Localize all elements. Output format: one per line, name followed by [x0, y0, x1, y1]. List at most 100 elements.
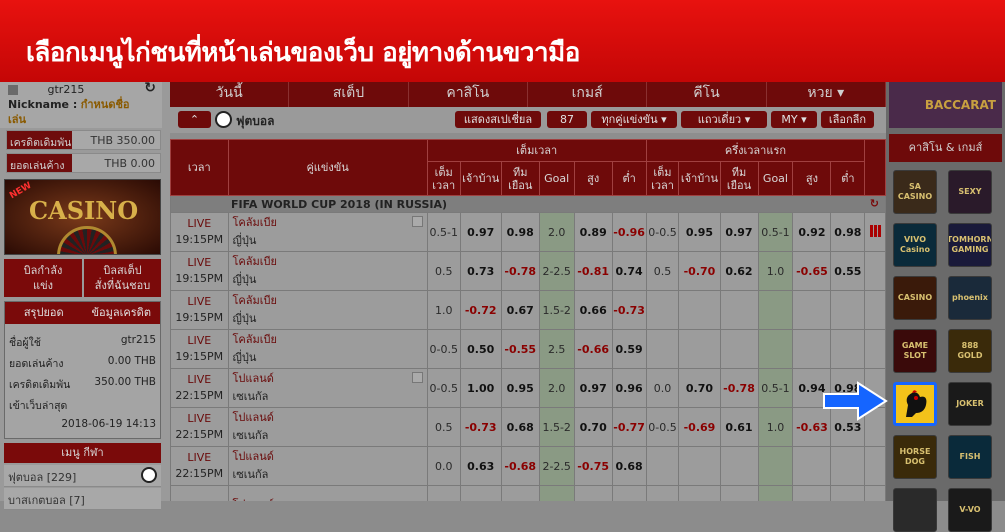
favorite-star-icon[interactable]: [411, 216, 423, 227]
odds-cell[interactable]: 0.89: [573, 212, 613, 252]
odds-cell[interactable]: 0.97: [573, 368, 613, 408]
table-row: LIVE 19:15PM โคลัมเบีย ญี่ปุ่น 0.5 0.73 -0.78 2…: [170, 251, 886, 291]
odds-cell[interactable]: -0.77: [611, 407, 647, 447]
odds-cell[interactable]: -0.73: [611, 290, 647, 330]
refresh-icon[interactable]: ↻: [144, 80, 156, 96]
odds-cell[interactable]: -0.66: [573, 329, 613, 369]
odds-cell[interactable]: -0.68: [500, 446, 540, 486]
odds-cell[interactable]: 0.97: [719, 212, 759, 252]
odds-cell[interactable]: 0.70: [678, 368, 721, 408]
nickname-link[interactable]: กำหนดชื่อ: [81, 98, 130, 111]
casino-game-tile[interactable]: VIVO Casino: [893, 223, 937, 267]
top-navigation: วันนี้ สเต็ป คาสิโน เกมส์ คีโน หวย ▾: [170, 82, 886, 107]
collapse-button[interactable]: ⌃: [178, 111, 211, 128]
handicap-cell: 0.5: [645, 251, 680, 291]
odds-cell[interactable]: -0.75: [573, 446, 613, 486]
stats-cell[interactable]: [864, 485, 886, 501]
casino-game-tile[interactable]: GAME SLOT: [893, 329, 937, 373]
sidebar-item-football[interactable]: ฟุตบอล [229]: [4, 465, 161, 487]
casino-game-tile[interactable]: FISH: [948, 435, 992, 479]
odds-cell[interactable]: 0.62: [719, 251, 759, 291]
stats-cell[interactable]: [864, 290, 886, 330]
tab-lottery[interactable]: หวย ▾: [767, 82, 886, 107]
casino-game-tile[interactable]: V-VO: [948, 488, 992, 532]
stats-cell[interactable]: [864, 251, 886, 291]
tab-summary[interactable]: สรุปยอด: [5, 302, 83, 324]
odds-cell[interactable]: 0.95: [678, 212, 721, 252]
odds-cell[interactable]: 0.74: [611, 251, 647, 291]
casino-game-tile[interactable]: [893, 488, 937, 532]
odds-cell[interactable]: 0.73: [459, 251, 502, 291]
baccarat-banner[interactable]: BACCARAT: [889, 82, 1002, 128]
casino-game-tile[interactable]: HORSE DOG: [893, 435, 937, 479]
stats-cell[interactable]: [864, 212, 886, 252]
single-row-dropdown[interactable]: แถวเดี่ยว ▾: [681, 111, 767, 128]
odds-cell[interactable]: -0.78: [500, 251, 540, 291]
refresh-count-button[interactable]: 87: [547, 111, 587, 128]
odds-cell[interactable]: 0.97: [459, 212, 502, 252]
odds-cell[interactable]: -0.78: [719, 368, 759, 408]
odds-cell[interactable]: -0.96: [611, 212, 647, 252]
odds-cell[interactable]: 0.63: [459, 446, 502, 486]
odds-cell[interactable]: 0.66: [573, 290, 613, 330]
casino-game-tile[interactable]: phoenix: [948, 276, 992, 320]
odds-cell[interactable]: 0.96: [611, 368, 647, 408]
odds-cell[interactable]: 0.55: [830, 251, 866, 291]
casino-game-tile[interactable]: JOKER: [948, 382, 992, 426]
casino-game-tile[interactable]: CASINO: [893, 276, 937, 320]
casino-promo-banner[interactable]: NEW CASINO: [4, 179, 161, 255]
stats-chart-icon[interactable]: [869, 224, 881, 237]
sidebar-item-other[interactable]: บาสเกตบอล [7]: [4, 488, 161, 510]
tab-today[interactable]: วันนี้: [170, 82, 290, 107]
show-special-button[interactable]: แสดงสเปเชี่ยล: [455, 111, 541, 128]
live-bets-button[interactable]: บิลกำลัง แข่ง: [4, 259, 82, 297]
nickname-link-cont[interactable]: เล่น: [8, 112, 162, 127]
casino-game-tile[interactable]: 888 GOLD: [948, 329, 992, 373]
odds-cell[interactable]: 0.61: [719, 407, 759, 447]
odds-cell[interactable]: 0.50: [459, 329, 502, 369]
step-bets-button[interactable]: บิลสเต็ป สั่งที่ฉันชอบ: [84, 259, 161, 297]
tab-step[interactable]: สเต็ป: [289, 82, 409, 107]
tab-credit-info[interactable]: ข้อมูลเครดิต: [83, 302, 161, 324]
home-team: โคลัมเบีย: [232, 333, 277, 346]
sports-menu-title: เมนู กีฬา: [4, 443, 161, 463]
odds-cell[interactable]: -0.55: [500, 329, 540, 369]
all-matches-dropdown[interactable]: ทุกคู่แข่งขัน ▾: [591, 111, 677, 128]
odds-cell[interactable]: -0.73: [459, 407, 502, 447]
casino-game-tile[interactable]: TOMHORN GAMING: [948, 223, 992, 267]
odds-type-dropdown[interactable]: MY ▾: [771, 111, 817, 128]
league-row[interactable]: FIFA WORLD CUP 2018 (IN RUSSIA) ↻: [170, 195, 886, 213]
odds-cell[interactable]: -0.70: [678, 251, 721, 291]
odds-cell[interactable]: 0.98: [500, 212, 540, 252]
odds-cell[interactable]: 0.70: [573, 407, 613, 447]
kickoff-time: 19:15PM: [175, 233, 224, 246]
casino-game-tile[interactable]: SA CASINO: [893, 170, 937, 214]
casino-game-tile[interactable]: SEXY: [948, 170, 992, 214]
odds-cell[interactable]: 0.68: [500, 407, 540, 447]
odds-cell[interactable]: -0.65: [792, 251, 832, 291]
stats-cell[interactable]: [864, 446, 886, 486]
odds-cell[interactable]: 0.98: [830, 212, 866, 252]
cockfight-game-tile[interactable]: [893, 382, 937, 426]
refresh-icon[interactable]: ↻: [870, 197, 879, 210]
tab-keno[interactable]: คีโน: [647, 82, 767, 107]
odds-cell[interactable]: -0.69: [678, 407, 721, 447]
select-league-button[interactable]: เลือกลีก: [821, 111, 874, 128]
odds-cell[interactable]: -0.81: [573, 251, 613, 291]
kickoff-time: 19:15PM: [175, 350, 224, 363]
tab-games[interactable]: เกมส์: [528, 82, 648, 107]
stats-cell[interactable]: [864, 329, 886, 369]
favorite-star-icon[interactable]: [411, 372, 423, 383]
subheader-cell: สูง: [573, 161, 613, 196]
odds-cell[interactable]: -0.72: [459, 290, 502, 330]
odds-cell[interactable]: 0.92: [792, 212, 832, 252]
odds-cell[interactable]: 0.95: [500, 368, 540, 408]
home-team: โปแลนด์: [232, 450, 274, 463]
main-content: วันนี้ สเต็ป คาสิโน เกมส์ คีโน หวย ▾ ⌃ ฟ…: [170, 82, 886, 501]
odds-cell[interactable]: 0.67: [500, 290, 540, 330]
odds-cell[interactable]: 1.00: [459, 368, 502, 408]
odds-cell[interactable]: 0.68: [611, 446, 647, 486]
odds-cell[interactable]: 0.59: [611, 329, 647, 369]
tab-casino[interactable]: คาสิโน: [409, 82, 528, 107]
match-time: LIVE 22:15PM: [170, 368, 229, 408]
